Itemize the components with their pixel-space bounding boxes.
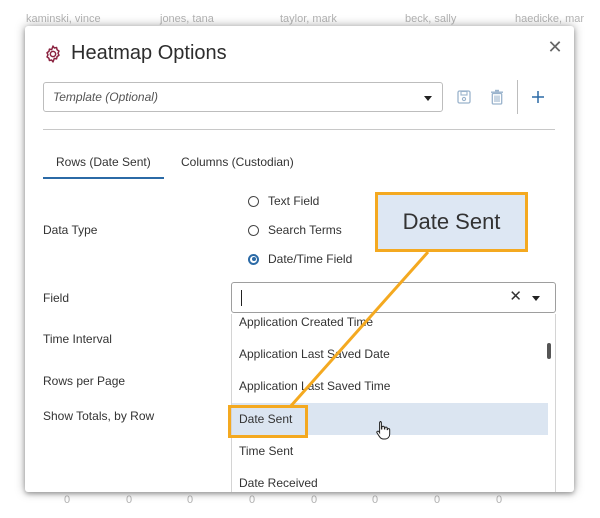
chevron-down-icon [424,96,432,101]
plus-icon[interactable] [529,87,547,107]
radio-button-selected[interactable] [248,253,259,265]
bg-total-value: 0 [64,494,71,506]
chevron-down-icon[interactable] [532,296,540,301]
data-type-label: Data Type [43,223,98,237]
tab-columns[interactable]: Columns (Custodian) [181,155,294,177]
dropdown-option[interactable]: Application Last Saved Date [232,338,548,370]
radio-label: Date/Time Field [268,252,353,266]
template-placeholder: Template (Optional) [53,90,158,104]
bg-total-value: 0 [311,494,318,506]
close-icon[interactable]: ✕ [546,38,564,56]
field-label: Field [43,291,70,305]
trash-icon[interactable] [488,87,506,107]
radio-text-field[interactable]: Text Field [248,194,319,208]
tab-label: Rows (Date Sent) [56,155,151,169]
bg-column-name: taylor, mark [280,13,337,25]
toolbar-divider [517,80,518,114]
dialog-title: Heatmap Options [71,42,227,64]
tab-label: Columns (Custodian) [181,155,294,169]
radio-search-terms[interactable]: Search Terms [248,223,342,237]
dialog-header: Heatmap Options [43,42,227,65]
time-interval-label: Time Interval [43,332,112,346]
scrollbar-thumb[interactable] [547,343,551,359]
bg-total-value: 0 [249,494,256,506]
bg-column-name: haedicke, mar [515,13,585,25]
show-totals-label: Show Totals, by Row [43,409,155,423]
dropdown-option[interactable]: Date Received [232,467,548,492]
section-divider [43,129,555,130]
field-dropdown-list[interactable]: Application Created Time Application Las… [231,314,556,492]
radio-button[interactable] [248,195,259,207]
bg-column-name: beck, sally [405,13,457,25]
radio-button[interactable] [248,224,259,236]
bg-total-value: 0 [187,494,194,506]
radio-label: Text Field [268,194,320,208]
field-select-input[interactable]: ✕ [231,282,556,313]
tab-rows[interactable]: Rows (Date Sent) [43,155,164,179]
callout-text: Date Sent [402,209,501,234]
option-highlight-box [228,405,308,438]
bg-total-value: 0 [372,494,379,506]
dropdown-option[interactable]: Application Created Time [232,314,548,338]
clear-icon[interactable]: ✕ [509,289,522,305]
bg-total-value: 0 [126,494,133,506]
text-cursor [241,290,242,306]
save-icon[interactable] [455,87,473,107]
hand-cursor-icon [376,421,391,440]
bg-total-value: 0 [496,494,503,506]
radio-label: Search Terms [268,223,342,237]
dropdown-option[interactable]: Application Last Saved Time [232,370,548,402]
rows-per-page-label: Rows per Page [43,374,126,388]
template-select[interactable]: Template (Optional) [43,82,443,112]
background-totals-row: 0 0 0 0 0 0 0 0 [0,494,600,514]
radio-date-time-field[interactable]: Date/Time Field [248,252,352,266]
bg-column-name: jones, tana [160,13,214,25]
bg-total-value: 0 [434,494,441,506]
gear-icon [46,44,60,63]
bg-column-name: kaminski, vince [26,13,101,25]
callout-label: Date Sent [375,192,528,252]
